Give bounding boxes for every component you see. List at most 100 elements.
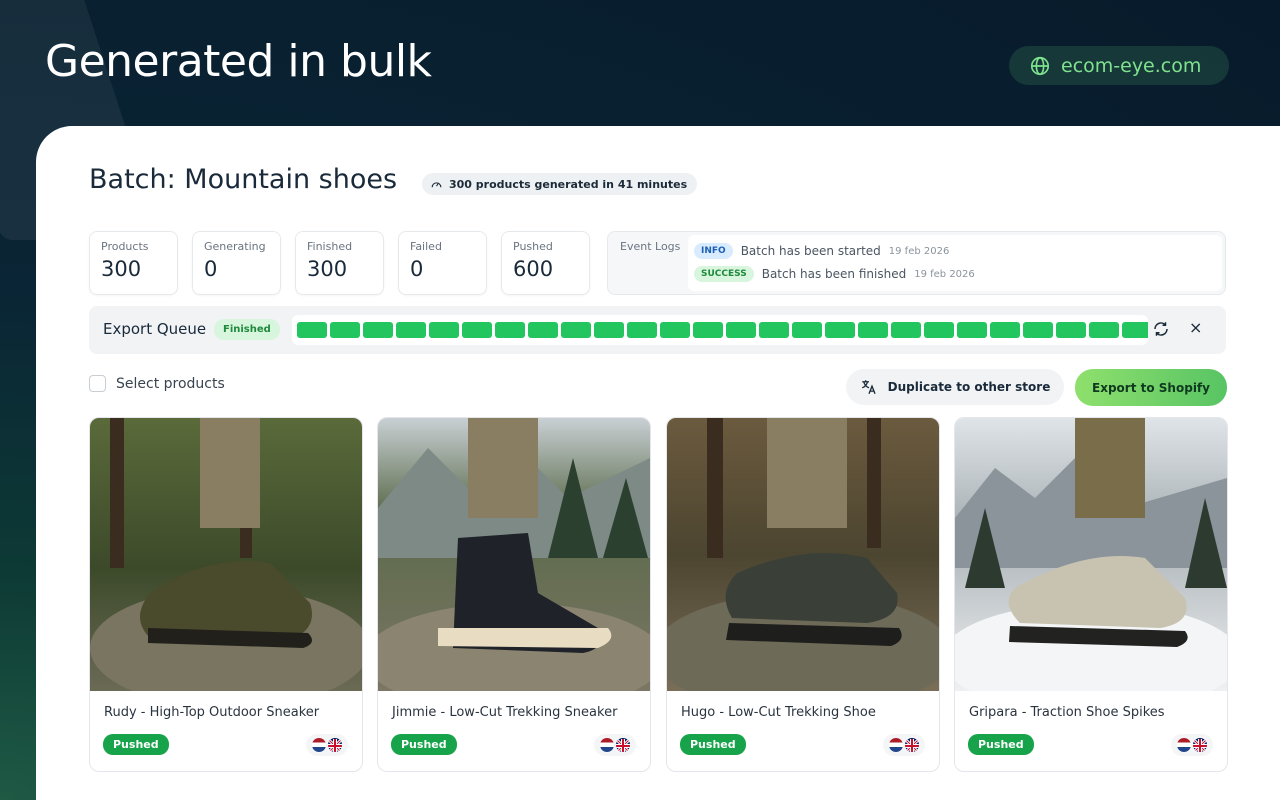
progress-segment [1056, 322, 1086, 338]
language-flags [1171, 734, 1213, 756]
progress-segment [1122, 322, 1148, 338]
domain-text: ecom-eye.com [1061, 54, 1202, 77]
status-badge: Pushed [680, 734, 746, 755]
progress-segment [792, 322, 822, 338]
progress-segment [924, 322, 954, 338]
progress-segment [1089, 322, 1119, 338]
gb-flag-icon [905, 738, 919, 752]
stat-label: Pushed [513, 240, 553, 253]
progress-segment [462, 322, 492, 338]
stat-value: 300 [101, 257, 142, 281]
stat-value: 0 [410, 257, 424, 281]
progress-segment [759, 322, 789, 338]
product-name: Rudy - High-Top Outdoor Sneaker [104, 705, 320, 720]
nl-flag-icon [889, 738, 903, 752]
duplicate-to-store-button[interactable]: Duplicate to other store [846, 369, 1064, 405]
select-products[interactable]: Select products [89, 375, 225, 392]
batch-panel: Batch: Mountain shoes 300 products gener… [36, 126, 1280, 800]
progress-segment [891, 322, 921, 338]
refresh-icon[interactable] [1152, 320, 1170, 338]
export-queue: Export Queue Finished × [89, 306, 1226, 354]
nl-flag-icon [1177, 738, 1191, 752]
event-logs-list[interactable]: INFO Batch has been started 19 feb 2026 … [688, 235, 1222, 291]
event-logs-label: Event Logs [620, 240, 681, 253]
product-image[interactable] [378, 418, 650, 691]
progress-segment [858, 322, 888, 338]
progress-segment [957, 322, 987, 338]
export-queue-progress [292, 315, 1148, 345]
log-date: 19 feb 2026 [914, 268, 975, 280]
domain-badge[interactable]: ecom-eye.com [1009, 46, 1229, 85]
stat-failed: Failed 0 [398, 231, 487, 295]
progress-segment [726, 322, 756, 338]
nl-flag-icon [312, 738, 326, 752]
globe-icon [1030, 56, 1050, 75]
stat-generating: Generating 0 [192, 231, 281, 295]
generation-summary-text: 300 products generated in 41 minutes [449, 177, 688, 191]
status-badge: Pushed [968, 734, 1034, 755]
close-icon[interactable]: × [1189, 318, 1202, 337]
gb-flag-icon [328, 738, 342, 752]
progress-segment [561, 322, 591, 338]
progress-segment [297, 322, 327, 338]
log-level-badge: SUCCESS [694, 266, 754, 282]
product-card[interactable]: Gripara - Traction Shoe Spikes Pushed [954, 417, 1228, 772]
progress-segment [528, 322, 558, 338]
log-entry: SUCCESS Batch has been finished 19 feb 2… [694, 266, 975, 282]
product-card[interactable]: Hugo - Low-Cut Trekking Shoe Pushed [666, 417, 940, 772]
generation-summary-badge: 300 products generated in 41 minutes [422, 173, 698, 195]
stat-label: Failed [410, 240, 442, 253]
status-badge: Pushed [391, 734, 457, 755]
language-flags [883, 734, 925, 756]
progress-segment [429, 322, 459, 338]
progress-segment [693, 322, 723, 338]
progress-segment [330, 322, 360, 338]
gb-flag-icon [616, 738, 630, 752]
product-image[interactable] [667, 418, 939, 691]
product-card[interactable]: Rudy - High-Top Outdoor Sneaker Pushed [89, 417, 363, 772]
progress-segment [594, 322, 624, 338]
stat-finished: Finished 300 [295, 231, 384, 295]
status-badge: Pushed [103, 734, 169, 755]
stat-value: 0 [204, 257, 218, 281]
progress-segment [627, 322, 657, 338]
progress-segment [825, 322, 855, 338]
event-logs[interactable]: Event Logs INFO Batch has been started 1… [607, 231, 1226, 295]
product-name: Hugo - Low-Cut Trekking Shoe [681, 705, 876, 720]
product-card[interactable]: Jimmie - Low-Cut Trekking Sneaker Pushed [377, 417, 651, 772]
nl-flag-icon [600, 738, 614, 752]
language-flags [306, 734, 348, 756]
log-message: Batch has been finished [761, 267, 907, 281]
gauge-icon [431, 181, 442, 187]
select-products-label: Select products [116, 375, 225, 392]
stat-products: Products 300 [89, 231, 178, 295]
select-products-checkbox[interactable] [89, 375, 106, 392]
stat-pushed: Pushed 600 [501, 231, 590, 295]
progress-segment [396, 322, 426, 338]
log-entry: INFO Batch has been started 19 feb 2026 [694, 243, 949, 259]
log-message: Batch has been started [740, 244, 881, 258]
product-image[interactable] [90, 418, 362, 691]
product-image[interactable] [955, 418, 1227, 691]
stat-label: Finished [307, 240, 353, 253]
language-flags [594, 734, 636, 756]
page-title: Batch: Mountain shoes [89, 164, 398, 195]
product-name: Gripara - Traction Shoe Spikes [969, 705, 1165, 720]
log-level-badge: INFO [694, 243, 733, 259]
product-name: Jimmie - Low-Cut Trekking Sneaker [392, 705, 618, 720]
export-queue-status-badge: Finished [214, 319, 280, 340]
progress-segment [495, 322, 525, 338]
translate-icon [861, 380, 876, 395]
export-queue-title: Export Queue [103, 320, 207, 338]
progress-segment [990, 322, 1020, 338]
gb-flag-icon [1193, 738, 1207, 752]
stat-value: 300 [307, 257, 348, 281]
stat-label: Generating [204, 240, 266, 253]
hero-headline: Generated in bulk [45, 36, 432, 87]
duplicate-label: Duplicate to other store [887, 380, 1051, 394]
progress-segment [363, 322, 393, 338]
stat-label: Products [101, 240, 149, 253]
export-to-shopify-button[interactable]: Export to Shopify [1075, 369, 1227, 406]
stat-value: 600 [513, 257, 554, 281]
progress-segment [1023, 322, 1053, 338]
